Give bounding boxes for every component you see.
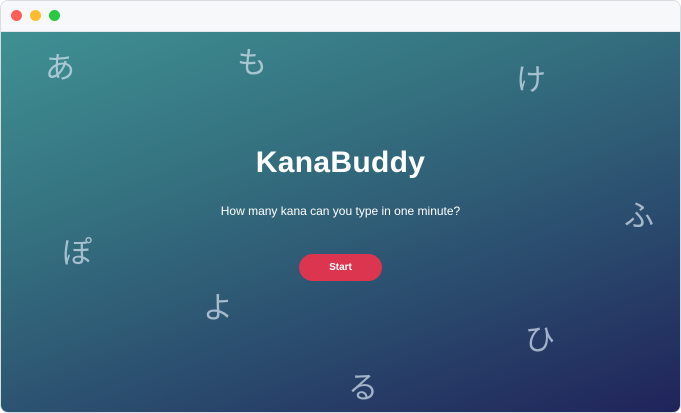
maximize-icon[interactable] — [49, 10, 60, 21]
background-kana: ひ — [525, 323, 555, 358]
app-subtitle: How many kana can you type in one minute… — [220, 204, 461, 218]
window-titlebar — [1, 1, 680, 32]
background-kana: け — [516, 63, 546, 98]
browser-window: あ も け ふ ぽ よ ひ る KanaBuddy How many kana … — [0, 0, 681, 413]
app-viewport: あ も け ふ ぽ よ ひ る KanaBuddy How many kana … — [1, 32, 680, 412]
minimize-icon[interactable] — [30, 10, 41, 21]
start-button[interactable]: Start — [299, 254, 382, 281]
background-kana: も — [237, 46, 267, 81]
close-icon[interactable] — [11, 10, 22, 21]
background-kana: ぽ — [62, 236, 92, 271]
app-title: KanaBuddy — [255, 146, 426, 179]
background-kana: よ — [203, 291, 233, 326]
background-kana: る — [348, 371, 378, 406]
background-kana: あ — [45, 51, 75, 86]
